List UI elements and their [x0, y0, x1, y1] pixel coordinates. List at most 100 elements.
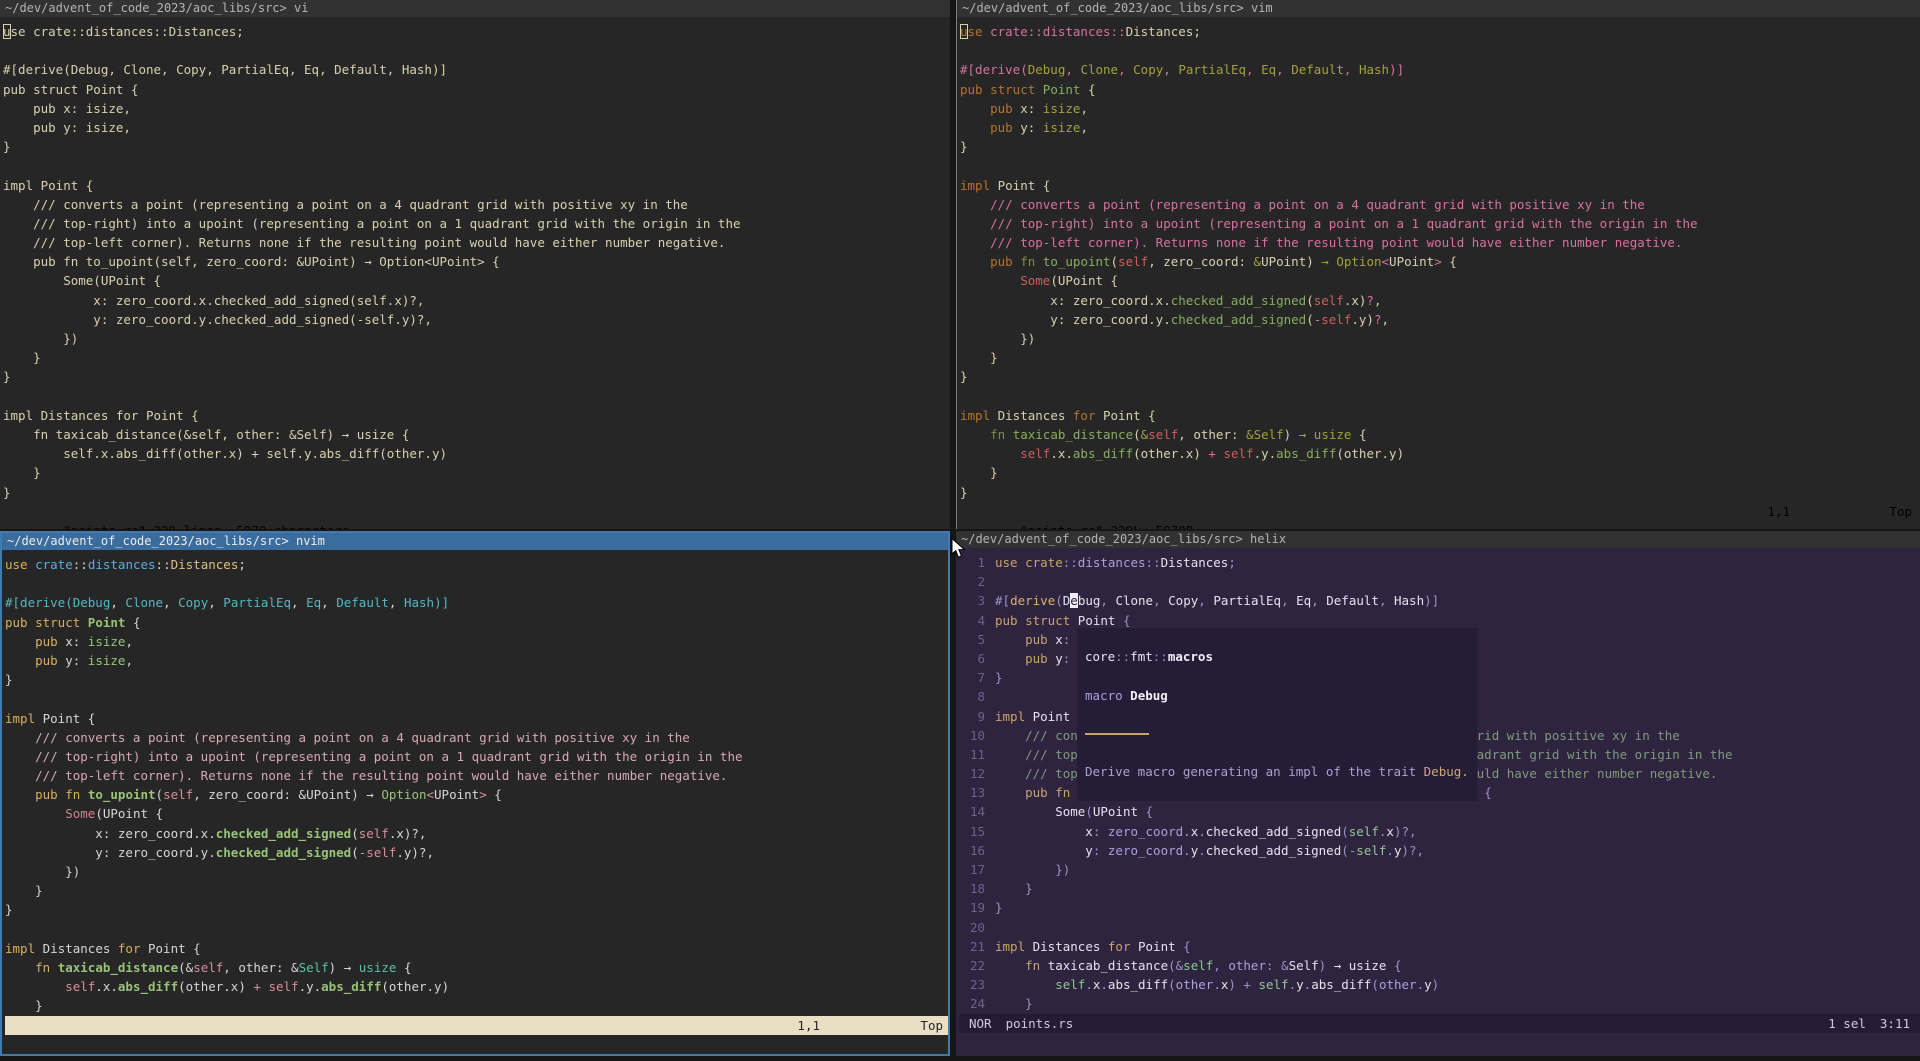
code-line: /// converts a point (representing a poi…	[960, 195, 1920, 214]
line-number: 10	[959, 726, 985, 745]
vim-editor[interactable]: use crate::distances::Distances; #[deriv…	[957, 17, 1920, 529]
nvim-cmdline	[5, 1035, 948, 1054]
line-number: 4	[959, 611, 985, 630]
code-line: })	[5, 862, 948, 881]
code-line	[960, 387, 1920, 406]
code-line: fn taxicab_distance(&self, other: &Self)…	[3, 425, 950, 444]
code-line: /// converts a point (representing a poi…	[5, 728, 948, 747]
code-line: 18 }	[959, 879, 1920, 898]
line-number: 21	[959, 937, 985, 956]
code-line: 19}	[959, 898, 1920, 917]
code-line: 22 fn taxicab_distance(&self, other: &Se…	[959, 956, 1920, 975]
code-line: 21impl Distances for Point {	[959, 937, 1920, 956]
code-line: 15 x: zero_coord.x.checked_add_signed(se…	[959, 822, 1920, 841]
line-number: 20	[959, 918, 985, 937]
code-line: /// top-right) into a upoint (representi…	[5, 747, 948, 766]
code-line: /// top-left corner). Returns none if th…	[3, 233, 950, 252]
code-line: impl Point {	[3, 176, 950, 195]
code-line: 3#[derive(Debug, Clone, Copy, PartialEq,…	[959, 591, 1920, 610]
pane-vim-titlebar[interactable]: ~/dev/advent_of_code_2023/aoc_libs/src> …	[957, 0, 1920, 17]
code-line: y: zero_coord.y.checked_add_signed(-self…	[5, 843, 948, 862]
code-line: pub struct Point {	[5, 613, 948, 632]
vim-code: use crate::distances::Distances; #[deriv…	[960, 22, 1920, 502]
code-line: }	[3, 483, 950, 502]
vim-ruler: 1,1	[1767, 502, 1790, 521]
code-line	[1085, 724, 1469, 743]
code-line: pub x: isize,	[3, 99, 950, 118]
pane-vi: ~/dev/advent_of_code_2023/aoc_libs/src> …	[0, 0, 950, 529]
code-line: #[derive(Debug, Clone, Copy, PartialEq, …	[3, 60, 950, 79]
code-line: y: zero_coord.y.checked_add_signed(-self…	[3, 310, 950, 329]
vi-file-info: "points.rs" 229 lines, 5970 characters	[63, 523, 349, 529]
code-line: fn taxicab_distance(&self, other: &Self)…	[5, 958, 948, 977]
code-line: macro Debug	[1085, 686, 1469, 705]
line-number: 24	[959, 994, 985, 1013]
helix-editor[interactable]: 1use crate::distances::Distances;2 3#[de…	[956, 548, 1920, 1056]
line-number: 14	[959, 802, 985, 821]
code-line: /// top-right) into a upoint (representi…	[3, 214, 950, 233]
line-number: 9	[959, 707, 985, 726]
line-number: 15	[959, 822, 985, 841]
code-line: Some(UPoint {	[3, 271, 950, 290]
code-line: impl Point {	[5, 709, 948, 728]
code-line: 2	[959, 572, 1920, 591]
code-line: x: zero_coord.x.checked_add_signed(self.…	[960, 291, 1920, 310]
code-line: x: zero_coord.x.checked_add_signed(self.…	[3, 291, 950, 310]
code-line: /// top-left corner). Returns none if th…	[5, 766, 948, 785]
line-number: 17	[959, 860, 985, 879]
code-line: }	[960, 483, 1920, 502]
helix-hover-doc-popup: core::fmt::macros macro Debug Derive mac…	[1077, 628, 1477, 801]
code-line: pub struct Point {	[960, 80, 1920, 99]
nvim-editor[interactable]: use crate::distances::Distances; #[deriv…	[2, 550, 948, 1054]
helix-selection-count: 1 sel	[1828, 1014, 1866, 1033]
code-line	[3, 387, 950, 406]
code-line: Derive macro generating an impl of the t…	[1085, 762, 1469, 781]
vi-editor[interactable]: use crate::distances::Distances; #[deriv…	[0, 17, 950, 529]
vim-file-info: "points.rs" 229L, 5970B	[1020, 523, 1193, 529]
code-line: 17 })	[959, 860, 1920, 879]
code-line: pub y: isize,	[5, 651, 948, 670]
code-line: pub fn to_upoint(self, zero_coord: &UPoi…	[5, 785, 948, 804]
code-line: core::fmt::macros	[1085, 647, 1469, 666]
pane-helix: ~/dev/advent_of_code_2023/aoc_libs/src> …	[956, 531, 1920, 1056]
code-line: x: zero_coord.x.checked_add_signed(self.…	[5, 824, 948, 843]
terminal-screen: ~/dev/advent_of_code_2023/aoc_libs/src> …	[0, 0, 1920, 1061]
pane-vi-titlebar[interactable]: ~/dev/advent_of_code_2023/aoc_libs/src> …	[0, 0, 950, 17]
code-line: y: zero_coord.y.checked_add_signed(-self…	[960, 310, 1920, 329]
code-line: /// top-right) into a upoint (representi…	[960, 214, 1920, 233]
code-line: use crate::distances::Distances;	[960, 22, 1920, 41]
pane-nvim: ~/dev/advent_of_code_2023/aoc_libs/src> …	[0, 531, 950, 1056]
code-line: self.x.abs_diff(other.x) + self.y.abs_di…	[3, 444, 950, 463]
nvim-scroll-position: Top	[920, 1016, 943, 1035]
code-line: #[derive(Debug, Clone, Copy, PartialEq, …	[960, 60, 1920, 79]
code-line	[5, 574, 948, 593]
line-number: 18	[959, 879, 985, 898]
code-line: }	[3, 137, 950, 156]
code-line: use crate::distances::Distances;	[3, 22, 950, 41]
code-line: #[derive(Debug, Clone, Copy, PartialEq, …	[5, 593, 948, 612]
code-line: Some(UPoint {	[960, 271, 1920, 290]
code-line: }	[960, 348, 1920, 367]
line-number: 3	[959, 591, 985, 610]
code-line: 20	[959, 918, 1920, 937]
code-line: 24 }	[959, 994, 1920, 1013]
vim-statusline: "points.rs" 229L, 5970B 1,1 Top	[960, 502, 1920, 521]
code-line	[1085, 782, 1469, 801]
vi-code: use crate::distances::Distances; #[deriv…	[3, 22, 950, 502]
mouse-cursor	[951, 538, 967, 563]
helix-cmdline	[959, 1033, 1920, 1052]
code-line: 4pub struct Point {	[959, 611, 1920, 630]
pane-nvim-titlebar[interactable]: ~/dev/advent_of_code_2023/aoc_libs/src> …	[2, 533, 948, 550]
nvim-ruler: 1,1	[797, 1016, 820, 1035]
code-line	[1085, 743, 1469, 762]
line-number: 11	[959, 745, 985, 764]
helix-statusline: NOR points.rs 1 sel 3:11	[959, 1014, 1920, 1033]
line-number: 19	[959, 898, 985, 917]
pane-helix-titlebar[interactable]: ~/dev/advent_of_code_2023/aoc_libs/src> …	[956, 531, 1920, 548]
code-line: impl Distances for Point {	[3, 406, 950, 425]
line-number: 8	[959, 687, 985, 706]
helix-mode-indicator: NOR	[959, 1014, 1006, 1033]
code-line	[3, 156, 950, 175]
line-number: 22	[959, 956, 985, 975]
code-line: }	[5, 670, 948, 689]
